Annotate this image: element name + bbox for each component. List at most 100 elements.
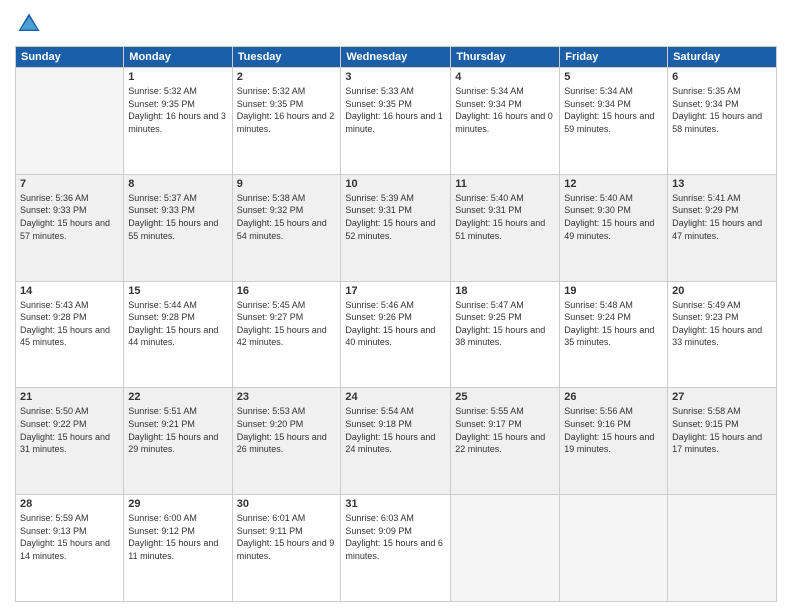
table-row: 17 Sunrise: 5:46 AM Sunset: 9:26 PM Dayl… bbox=[341, 281, 451, 388]
sunset-text: Sunset: 9:26 PM bbox=[345, 312, 412, 322]
table-row: 13 Sunrise: 5:41 AM Sunset: 9:29 PM Dayl… bbox=[668, 174, 777, 281]
day-info: Sunrise: 5:35 AM Sunset: 9:34 PM Dayligh… bbox=[672, 85, 772, 135]
day-number: 18 bbox=[455, 285, 555, 297]
daylight-text: Daylight: 16 hours and 3 minutes. bbox=[128, 111, 226, 134]
table-row: 4 Sunrise: 5:34 AM Sunset: 9:34 PM Dayli… bbox=[451, 68, 560, 175]
sunrise-text: Sunrise: 5:56 AM bbox=[564, 406, 633, 416]
day-info: Sunrise: 5:39 AM Sunset: 9:31 PM Dayligh… bbox=[345, 192, 446, 242]
day-info: Sunrise: 6:01 AM Sunset: 9:11 PM Dayligh… bbox=[237, 512, 337, 562]
table-row bbox=[16, 68, 124, 175]
daylight-text: Daylight: 15 hours and 17 minutes. bbox=[672, 432, 762, 455]
day-info: Sunrise: 5:49 AM Sunset: 9:23 PM Dayligh… bbox=[672, 299, 772, 349]
table-row: 11 Sunrise: 5:40 AM Sunset: 9:31 PM Dayl… bbox=[451, 174, 560, 281]
daylight-text: Daylight: 15 hours and 33 minutes. bbox=[672, 325, 762, 348]
day-number: 1 bbox=[128, 71, 227, 83]
sunrise-text: Sunrise: 5:34 AM bbox=[455, 86, 524, 96]
sunset-text: Sunset: 9:35 PM bbox=[345, 99, 412, 109]
calendar-week-row: 21 Sunrise: 5:50 AM Sunset: 9:22 PM Dayl… bbox=[16, 388, 777, 495]
page: Sunday Monday Tuesday Wednesday Thursday… bbox=[0, 0, 792, 612]
sunrise-text: Sunrise: 5:50 AM bbox=[20, 406, 89, 416]
table-row: 24 Sunrise: 5:54 AM Sunset: 9:18 PM Dayl… bbox=[341, 388, 451, 495]
sunrise-text: Sunrise: 5:45 AM bbox=[237, 300, 306, 310]
daylight-text: Daylight: 15 hours and 40 minutes. bbox=[345, 325, 435, 348]
sunrise-text: Sunrise: 5:40 AM bbox=[564, 193, 633, 203]
day-number: 10 bbox=[345, 178, 446, 190]
table-row: 12 Sunrise: 5:40 AM Sunset: 9:30 PM Dayl… bbox=[560, 174, 668, 281]
sunrise-text: Sunrise: 5:48 AM bbox=[564, 300, 633, 310]
table-row bbox=[668, 495, 777, 602]
day-info: Sunrise: 5:41 AM Sunset: 9:29 PM Dayligh… bbox=[672, 192, 772, 242]
calendar-table: Sunday Monday Tuesday Wednesday Thursday… bbox=[15, 46, 777, 602]
daylight-text: Daylight: 15 hours and 6 minutes. bbox=[345, 538, 443, 561]
day-info: Sunrise: 6:03 AM Sunset: 9:09 PM Dayligh… bbox=[345, 512, 446, 562]
table-row: 23 Sunrise: 5:53 AM Sunset: 9:20 PM Dayl… bbox=[232, 388, 341, 495]
table-row: 28 Sunrise: 5:59 AM Sunset: 9:13 PM Dayl… bbox=[16, 495, 124, 602]
day-number: 2 bbox=[237, 71, 337, 83]
daylight-text: Daylight: 15 hours and 31 minutes. bbox=[20, 432, 110, 455]
day-info: Sunrise: 6:00 AM Sunset: 9:12 PM Dayligh… bbox=[128, 512, 227, 562]
day-info: Sunrise: 5:58 AM Sunset: 9:15 PM Dayligh… bbox=[672, 405, 772, 455]
day-number: 12 bbox=[564, 178, 663, 190]
day-number: 29 bbox=[128, 498, 227, 510]
sunset-text: Sunset: 9:32 PM bbox=[237, 205, 304, 215]
day-info: Sunrise: 5:34 AM Sunset: 9:34 PM Dayligh… bbox=[455, 85, 555, 135]
sunrise-text: Sunrise: 5:33 AM bbox=[345, 86, 414, 96]
logo-icon bbox=[15, 10, 43, 38]
table-row: 19 Sunrise: 5:48 AM Sunset: 9:24 PM Dayl… bbox=[560, 281, 668, 388]
sunset-text: Sunset: 9:30 PM bbox=[564, 205, 631, 215]
table-row: 26 Sunrise: 5:56 AM Sunset: 9:16 PM Dayl… bbox=[560, 388, 668, 495]
sunset-text: Sunset: 9:22 PM bbox=[20, 419, 87, 429]
sunset-text: Sunset: 9:34 PM bbox=[564, 99, 631, 109]
table-row: 5 Sunrise: 5:34 AM Sunset: 9:34 PM Dayli… bbox=[560, 68, 668, 175]
day-info: Sunrise: 5:56 AM Sunset: 9:16 PM Dayligh… bbox=[564, 405, 663, 455]
sunset-text: Sunset: 9:21 PM bbox=[128, 419, 195, 429]
day-info: Sunrise: 5:50 AM Sunset: 9:22 PM Dayligh… bbox=[20, 405, 119, 455]
sunset-text: Sunset: 9:31 PM bbox=[455, 205, 522, 215]
day-number: 16 bbox=[237, 285, 337, 297]
day-number: 30 bbox=[237, 498, 337, 510]
daylight-text: Daylight: 15 hours and 58 minutes. bbox=[672, 111, 762, 134]
daylight-text: Daylight: 15 hours and 51 minutes. bbox=[455, 218, 545, 241]
col-monday: Monday bbox=[124, 47, 232, 68]
col-tuesday: Tuesday bbox=[232, 47, 341, 68]
sunrise-text: Sunrise: 5:40 AM bbox=[455, 193, 524, 203]
day-number: 20 bbox=[672, 285, 772, 297]
daylight-text: Daylight: 15 hours and 14 minutes. bbox=[20, 538, 110, 561]
daylight-text: Daylight: 15 hours and 9 minutes. bbox=[237, 538, 335, 561]
calendar-week-row: 14 Sunrise: 5:43 AM Sunset: 9:28 PM Dayl… bbox=[16, 281, 777, 388]
table-row: 29 Sunrise: 6:00 AM Sunset: 9:12 PM Dayl… bbox=[124, 495, 232, 602]
table-row: 1 Sunrise: 5:32 AM Sunset: 9:35 PM Dayli… bbox=[124, 68, 232, 175]
sunset-text: Sunset: 9:12 PM bbox=[128, 526, 195, 536]
calendar-header-row: Sunday Monday Tuesday Wednesday Thursday… bbox=[16, 47, 777, 68]
sunrise-text: Sunrise: 5:32 AM bbox=[128, 86, 197, 96]
day-info: Sunrise: 5:38 AM Sunset: 9:32 PM Dayligh… bbox=[237, 192, 337, 242]
day-number: 17 bbox=[345, 285, 446, 297]
day-number: 26 bbox=[564, 391, 663, 403]
calendar-week-row: 1 Sunrise: 5:32 AM Sunset: 9:35 PM Dayli… bbox=[16, 68, 777, 175]
sunrise-text: Sunrise: 5:59 AM bbox=[20, 513, 89, 523]
sunset-text: Sunset: 9:17 PM bbox=[455, 419, 522, 429]
day-number: 8 bbox=[128, 178, 227, 190]
table-row: 31 Sunrise: 6:03 AM Sunset: 9:09 PM Dayl… bbox=[341, 495, 451, 602]
sunrise-text: Sunrise: 6:01 AM bbox=[237, 513, 306, 523]
sunrise-text: Sunrise: 5:41 AM bbox=[672, 193, 741, 203]
day-info: Sunrise: 5:51 AM Sunset: 9:21 PM Dayligh… bbox=[128, 405, 227, 455]
daylight-text: Daylight: 15 hours and 47 minutes. bbox=[672, 218, 762, 241]
day-number: 23 bbox=[237, 391, 337, 403]
table-row: 21 Sunrise: 5:50 AM Sunset: 9:22 PM Dayl… bbox=[16, 388, 124, 495]
sunrise-text: Sunrise: 5:37 AM bbox=[128, 193, 197, 203]
daylight-text: Daylight: 15 hours and 26 minutes. bbox=[237, 432, 327, 455]
day-info: Sunrise: 5:40 AM Sunset: 9:31 PM Dayligh… bbox=[455, 192, 555, 242]
sunset-text: Sunset: 9:27 PM bbox=[237, 312, 304, 322]
daylight-text: Daylight: 15 hours and 38 minutes. bbox=[455, 325, 545, 348]
day-number: 14 bbox=[20, 285, 119, 297]
col-wednesday: Wednesday bbox=[341, 47, 451, 68]
logo bbox=[15, 10, 47, 38]
sunset-text: Sunset: 9:35 PM bbox=[237, 99, 304, 109]
day-info: Sunrise: 5:53 AM Sunset: 9:20 PM Dayligh… bbox=[237, 405, 337, 455]
table-row: 9 Sunrise: 5:38 AM Sunset: 9:32 PM Dayli… bbox=[232, 174, 341, 281]
daylight-text: Daylight: 16 hours and 0 minutes. bbox=[455, 111, 553, 134]
daylight-text: Daylight: 15 hours and 55 minutes. bbox=[128, 218, 218, 241]
table-row: 27 Sunrise: 5:58 AM Sunset: 9:15 PM Dayl… bbox=[668, 388, 777, 495]
day-number: 5 bbox=[564, 71, 663, 83]
